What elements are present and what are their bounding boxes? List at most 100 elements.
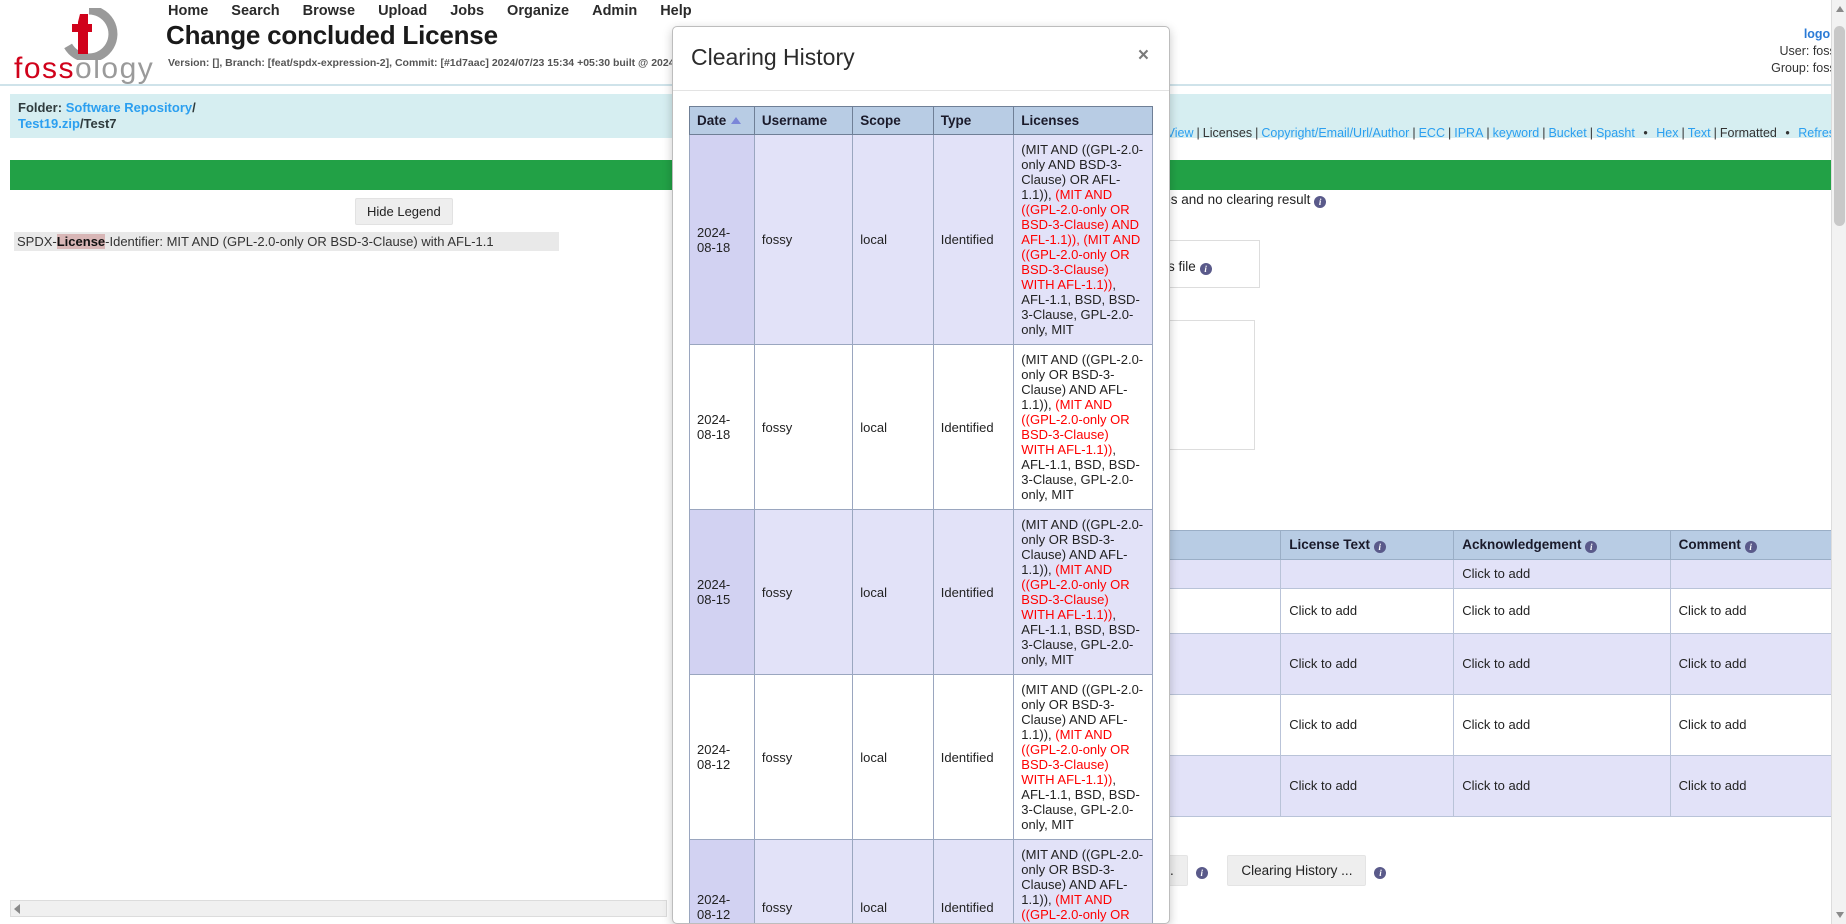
history-scope: local (852, 344, 934, 510)
spdx-suffix: -Identifier: MIT AND (GPL-2.0-only OR BS… (105, 234, 494, 249)
history-col-date[interactable]: Date (689, 106, 755, 135)
scrollbar-thumb[interactable] (1834, 26, 1845, 226)
scroll-up-arrow-icon[interactable] (1836, 6, 1844, 12)
fossology-logo[interactable]: fossology (14, 8, 164, 85)
horizontal-scrollbar[interactable] (10, 900, 667, 917)
cell-acknowledgement[interactable]: Click to add (1453, 559, 1671, 589)
clearing-history-button[interactable]: Clearing History ... (1227, 855, 1367, 886)
sort-ascending-icon[interactable] (731, 117, 742, 124)
link-spasht[interactable]: Spasht (1596, 126, 1635, 140)
history-username: fossy (753, 839, 854, 923)
close-icon[interactable]: × (1132, 43, 1155, 68)
nav-item-jobs[interactable]: Jobs (450, 3, 484, 19)
view-links-row[interactable]: • Conf|Info|View|Licenses|Copyright/Emai… (1083, 126, 1842, 140)
cell-comment[interactable]: Click to add (1669, 588, 1846, 634)
info-icon[interactable]: i (1373, 541, 1386, 553)
scroll-down-arrow-icon[interactable] (1836, 912, 1844, 918)
info-icon[interactable]: i (1199, 263, 1212, 275)
history-username: fossy (753, 344, 854, 510)
modal-title: Clearing History (691, 44, 855, 70)
history-col-username[interactable]: Username (753, 106, 854, 135)
cell-license-text[interactable]: Click to add (1280, 755, 1455, 817)
link-licenses[interactable]: Licenses (1203, 126, 1252, 140)
history-col-scope[interactable]: Scope (852, 106, 934, 135)
cell-license-text[interactable]: Click to add (1280, 588, 1455, 634)
history-row: 2024-08-12 fossy local Identified (MIT A… (689, 839, 1153, 923)
history-username: fossy (753, 674, 854, 840)
col-acknowledgement[interactable]: Acknowledgement i (1453, 530, 1671, 560)
breadcrumb-item: Test7 (83, 116, 117, 131)
page-scrollbar[interactable] (1831, 0, 1846, 924)
cell-acknowledgement[interactable]: Click to add (1453, 633, 1671, 695)
scroll-left-arrow-icon[interactable] (14, 904, 20, 914)
link-formatted[interactable]: Formatted (1720, 126, 1777, 140)
nav-item-organize[interactable]: Organize (507, 3, 569, 19)
col-license-text[interactable]: License Text i (1280, 530, 1455, 560)
page-title: Change concluded License (166, 20, 498, 50)
history-header-row: Date Username Scope Type Licenses (689, 106, 1153, 135)
cell-comment[interactable]: Click to add (1669, 633, 1846, 695)
history-row: 2024-08-18 fossy local Identified (MIT A… (689, 134, 1153, 345)
spdx-prefix: SPDX- (17, 234, 57, 249)
nav-item-browse[interactable]: Browse (303, 3, 355, 19)
history-scope: local (852, 674, 934, 840)
hide-legend-button[interactable]: Hide Legend (355, 198, 453, 225)
nav-item-search[interactable]: Search (231, 3, 279, 19)
info-icon[interactable]: i (1744, 541, 1757, 553)
nav-item-upload[interactable]: Upload (378, 3, 427, 19)
clearing-history-modal: Clearing History × Date Username Scope T… (672, 26, 1170, 924)
cell-license-text[interactable]: Click to add (1280, 633, 1455, 695)
link-ipra[interactable]: IPRA (1454, 126, 1483, 140)
link-copyright[interactable]: Copyright/Email/Url/Author (1261, 126, 1409, 140)
clearing-history-table: Date Username Scope Type Licenses 2024-0… (689, 106, 1153, 923)
history-scope: local (852, 509, 934, 675)
col-comment[interactable]: Comment i (1669, 530, 1846, 560)
history-row: 2024-08-15 fossy local Identified (MIT A… (689, 509, 1153, 675)
history-scope: local (852, 839, 934, 923)
history-type: Identified (932, 344, 1015, 510)
link-bucket[interactable]: Bucket (1548, 126, 1586, 140)
info-icon[interactable]: i (1585, 541, 1598, 553)
history-licenses: (MIT AND ((GPL-2.0-only AND BSD-3-Clause… (1013, 134, 1153, 345)
nav-item-help[interactable]: Help (660, 3, 691, 19)
history-row: 2024-08-12 fossy local Identified (MIT A… (689, 674, 1153, 840)
breadcrumb-folder-link[interactable]: Software Repository (66, 100, 192, 115)
nav-item-admin[interactable]: Admin (592, 3, 637, 19)
link-ecc[interactable]: ECC (1419, 126, 1445, 140)
main-navigation[interactable]: Home Search Browse Upload Jobs Organize Admin H… (168, 3, 715, 19)
history-type: Identified (932, 674, 1015, 840)
history-licenses: (MIT AND ((GPL-2.0-only OR BSD-3-Clause)… (1013, 674, 1153, 840)
link-view[interactable]: View (1167, 126, 1194, 140)
history-row: 2024-08-18 fossy local Identified (MIT A… (689, 344, 1153, 510)
spdx-highlight: License (56, 234, 106, 249)
link-hex[interactable]: Hex (1656, 126, 1678, 140)
info-icon[interactable]: i (1374, 867, 1387, 879)
history-col-type[interactable]: Type (932, 106, 1015, 135)
info-icon[interactable]: i (1314, 196, 1327, 208)
breadcrumb-upload-link[interactable]: Test19.zip (18, 116, 80, 131)
nav-item-home[interactable]: Home (168, 3, 208, 19)
cell-comment[interactable]: Click to add (1669, 755, 1846, 817)
info-icon[interactable]: i (1195, 867, 1208, 879)
cell-acknowledgement[interactable]: Click to add (1453, 588, 1671, 634)
cell-comment[interactable]: Click to add (1669, 694, 1846, 756)
cell-acknowledgement[interactable]: Click to add (1453, 755, 1671, 817)
link-keyword[interactable]: keyword (1493, 126, 1540, 140)
history-type: Identified (932, 509, 1015, 675)
modal-header: Clearing History × (673, 27, 1169, 91)
modal-body: Date Username Scope Type Licenses 2024-0… (673, 92, 1169, 923)
cell-comment[interactable] (1669, 559, 1846, 589)
history-date: 2024-08-15 (689, 509, 755, 675)
history-scope: local (852, 134, 934, 345)
history-licenses: (MIT AND ((GPL-2.0-only OR BSD-3-Clause)… (1013, 344, 1153, 510)
link-text[interactable]: Text (1688, 126, 1711, 140)
cell-license-text[interactable]: Click to add (1280, 694, 1455, 756)
cell-acknowledgement[interactable]: Click to add (1453, 694, 1671, 756)
history-date: 2024-08-12 (689, 839, 755, 923)
history-date: 2024-08-18 (689, 344, 755, 510)
cell-license-text[interactable] (1280, 559, 1455, 589)
history-date: 2024-08-12 (689, 674, 755, 840)
breadcrumb-colon: : (57, 100, 63, 115)
spdx-identifier-line: SPDX-License-Identifier: MIT AND (GPL-2.… (14, 232, 559, 251)
history-col-licenses[interactable]: Licenses (1013, 106, 1153, 135)
